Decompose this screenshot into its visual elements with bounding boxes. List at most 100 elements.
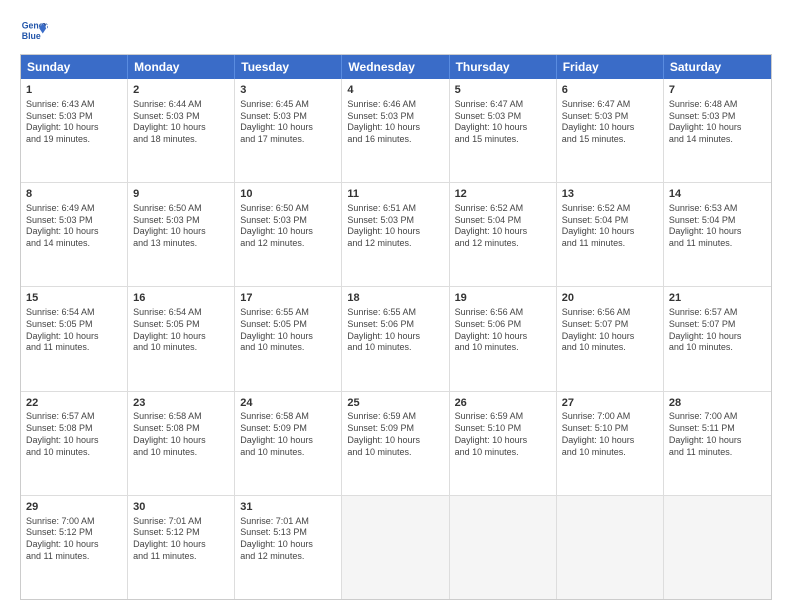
day-number: 19 (455, 291, 551, 306)
day-number: 5 (455, 83, 551, 98)
day-number: 17 (240, 291, 336, 306)
calendar: SundayMondayTuesdayWednesdayThursdayFrid… (20, 54, 772, 600)
calendar-cell: 28Sunrise: 7:00 AM Sunset: 5:11 PM Dayli… (664, 392, 771, 495)
calendar-cell: 1Sunrise: 6:43 AM Sunset: 5:03 PM Daylig… (21, 79, 128, 182)
header: General Blue (20, 16, 772, 44)
day-info: Sunrise: 6:46 AM Sunset: 5:03 PM Dayligh… (347, 99, 443, 146)
calendar-cell: 14Sunrise: 6:53 AM Sunset: 5:04 PM Dayli… (664, 183, 771, 286)
calendar-body: 1Sunrise: 6:43 AM Sunset: 5:03 PM Daylig… (21, 79, 771, 599)
day-info: Sunrise: 7:01 AM Sunset: 5:12 PM Dayligh… (133, 516, 229, 563)
calendar-cell: 31Sunrise: 7:01 AM Sunset: 5:13 PM Dayli… (235, 496, 342, 599)
day-info: Sunrise: 6:55 AM Sunset: 5:06 PM Dayligh… (347, 307, 443, 354)
calendar-cell: 17Sunrise: 6:55 AM Sunset: 5:05 PM Dayli… (235, 287, 342, 390)
calendar-cell (450, 496, 557, 599)
calendar-cell: 2Sunrise: 6:44 AM Sunset: 5:03 PM Daylig… (128, 79, 235, 182)
day-info: Sunrise: 6:56 AM Sunset: 5:06 PM Dayligh… (455, 307, 551, 354)
day-info: Sunrise: 6:54 AM Sunset: 5:05 PM Dayligh… (26, 307, 122, 354)
day-info: Sunrise: 6:54 AM Sunset: 5:05 PM Dayligh… (133, 307, 229, 354)
calendar-cell: 23Sunrise: 6:58 AM Sunset: 5:08 PM Dayli… (128, 392, 235, 495)
day-number: 20 (562, 291, 658, 306)
day-info: Sunrise: 6:57 AM Sunset: 5:08 PM Dayligh… (26, 411, 122, 458)
day-number: 31 (240, 500, 336, 515)
calendar-cell: 21Sunrise: 6:57 AM Sunset: 5:07 PM Dayli… (664, 287, 771, 390)
calendar-cell: 27Sunrise: 7:00 AM Sunset: 5:10 PM Dayli… (557, 392, 664, 495)
day-number: 26 (455, 396, 551, 411)
day-number: 28 (669, 396, 766, 411)
day-info: Sunrise: 7:01 AM Sunset: 5:13 PM Dayligh… (240, 516, 336, 563)
day-number: 11 (347, 187, 443, 202)
calendar-row-5: 29Sunrise: 7:00 AM Sunset: 5:12 PM Dayli… (21, 496, 771, 599)
day-info: Sunrise: 6:59 AM Sunset: 5:10 PM Dayligh… (455, 411, 551, 458)
calendar-cell (664, 496, 771, 599)
calendar-cell: 29Sunrise: 7:00 AM Sunset: 5:12 PM Dayli… (21, 496, 128, 599)
calendar-cell: 25Sunrise: 6:59 AM Sunset: 5:09 PM Dayli… (342, 392, 449, 495)
day-number: 29 (26, 500, 122, 515)
day-info: Sunrise: 6:59 AM Sunset: 5:09 PM Dayligh… (347, 411, 443, 458)
day-number: 10 (240, 187, 336, 202)
day-info: Sunrise: 6:50 AM Sunset: 5:03 PM Dayligh… (240, 203, 336, 250)
calendar-cell: 9Sunrise: 6:50 AM Sunset: 5:03 PM Daylig… (128, 183, 235, 286)
calendar-cell: 20Sunrise: 6:56 AM Sunset: 5:07 PM Dayli… (557, 287, 664, 390)
day-info: Sunrise: 6:58 AM Sunset: 5:08 PM Dayligh… (133, 411, 229, 458)
day-info: Sunrise: 6:52 AM Sunset: 5:04 PM Dayligh… (455, 203, 551, 250)
calendar-cell: 19Sunrise: 6:56 AM Sunset: 5:06 PM Dayli… (450, 287, 557, 390)
day-info: Sunrise: 6:55 AM Sunset: 5:05 PM Dayligh… (240, 307, 336, 354)
day-number: 23 (133, 396, 229, 411)
calendar-cell: 8Sunrise: 6:49 AM Sunset: 5:03 PM Daylig… (21, 183, 128, 286)
calendar-cell: 30Sunrise: 7:01 AM Sunset: 5:12 PM Dayli… (128, 496, 235, 599)
day-info: Sunrise: 6:44 AM Sunset: 5:03 PM Dayligh… (133, 99, 229, 146)
day-info: Sunrise: 6:52 AM Sunset: 5:04 PM Dayligh… (562, 203, 658, 250)
day-number: 25 (347, 396, 443, 411)
calendar-cell: 18Sunrise: 6:55 AM Sunset: 5:06 PM Dayli… (342, 287, 449, 390)
day-number: 7 (669, 83, 766, 98)
day-info: Sunrise: 6:43 AM Sunset: 5:03 PM Dayligh… (26, 99, 122, 146)
header-day-saturday: Saturday (664, 55, 771, 79)
calendar-cell: 26Sunrise: 6:59 AM Sunset: 5:10 PM Dayli… (450, 392, 557, 495)
calendar-cell: 5Sunrise: 6:47 AM Sunset: 5:03 PM Daylig… (450, 79, 557, 182)
calendar-cell: 12Sunrise: 6:52 AM Sunset: 5:04 PM Dayli… (450, 183, 557, 286)
calendar-row-2: 8Sunrise: 6:49 AM Sunset: 5:03 PM Daylig… (21, 183, 771, 287)
day-number: 4 (347, 83, 443, 98)
day-number: 15 (26, 291, 122, 306)
day-number: 27 (562, 396, 658, 411)
header-day-wednesday: Wednesday (342, 55, 449, 79)
day-info: Sunrise: 6:57 AM Sunset: 5:07 PM Dayligh… (669, 307, 766, 354)
header-day-friday: Friday (557, 55, 664, 79)
day-number: 24 (240, 396, 336, 411)
header-day-tuesday: Tuesday (235, 55, 342, 79)
calendar-cell: 11Sunrise: 6:51 AM Sunset: 5:03 PM Dayli… (342, 183, 449, 286)
header-day-monday: Monday (128, 55, 235, 79)
day-info: Sunrise: 6:49 AM Sunset: 5:03 PM Dayligh… (26, 203, 122, 250)
day-number: 9 (133, 187, 229, 202)
day-info: Sunrise: 6:50 AM Sunset: 5:03 PM Dayligh… (133, 203, 229, 250)
logo: General Blue (20, 16, 52, 44)
svg-text:Blue: Blue (22, 31, 41, 41)
day-info: Sunrise: 6:45 AM Sunset: 5:03 PM Dayligh… (240, 99, 336, 146)
calendar-row-1: 1Sunrise: 6:43 AM Sunset: 5:03 PM Daylig… (21, 79, 771, 183)
day-info: Sunrise: 6:48 AM Sunset: 5:03 PM Dayligh… (669, 99, 766, 146)
day-number: 3 (240, 83, 336, 98)
calendar-cell: 10Sunrise: 6:50 AM Sunset: 5:03 PM Dayli… (235, 183, 342, 286)
day-info: Sunrise: 7:00 AM Sunset: 5:10 PM Dayligh… (562, 411, 658, 458)
day-number: 21 (669, 291, 766, 306)
day-number: 18 (347, 291, 443, 306)
calendar-cell (557, 496, 664, 599)
day-info: Sunrise: 6:58 AM Sunset: 5:09 PM Dayligh… (240, 411, 336, 458)
day-number: 14 (669, 187, 766, 202)
header-day-sunday: Sunday (21, 55, 128, 79)
day-number: 22 (26, 396, 122, 411)
calendar-cell: 13Sunrise: 6:52 AM Sunset: 5:04 PM Dayli… (557, 183, 664, 286)
calendar-cell: 24Sunrise: 6:58 AM Sunset: 5:09 PM Dayli… (235, 392, 342, 495)
day-number: 8 (26, 187, 122, 202)
day-number: 30 (133, 500, 229, 515)
day-number: 1 (26, 83, 122, 98)
day-info: Sunrise: 7:00 AM Sunset: 5:12 PM Dayligh… (26, 516, 122, 563)
calendar-row-3: 15Sunrise: 6:54 AM Sunset: 5:05 PM Dayli… (21, 287, 771, 391)
day-info: Sunrise: 6:53 AM Sunset: 5:04 PM Dayligh… (669, 203, 766, 250)
day-info: Sunrise: 7:00 AM Sunset: 5:11 PM Dayligh… (669, 411, 766, 458)
calendar-cell: 6Sunrise: 6:47 AM Sunset: 5:03 PM Daylig… (557, 79, 664, 182)
day-number: 6 (562, 83, 658, 98)
calendar-cell: 4Sunrise: 6:46 AM Sunset: 5:03 PM Daylig… (342, 79, 449, 182)
logo-icon: General Blue (20, 16, 48, 44)
calendar-cell: 3Sunrise: 6:45 AM Sunset: 5:03 PM Daylig… (235, 79, 342, 182)
